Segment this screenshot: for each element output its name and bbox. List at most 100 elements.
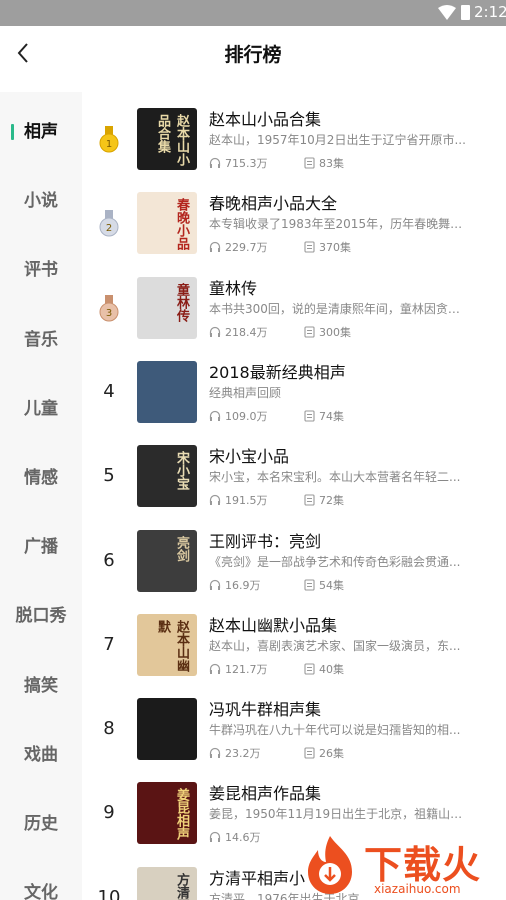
sidebar-item-8[interactable]: 搞笑 [0,666,82,706]
ranking-row[interactable]: 3 童林传 童林传 本书共300回，说的是清康熙年间，童林因贪恋... 218.4万 30… [82,276,506,355]
ranking-row[interactable]: 7 赵本山幽默 赵本山幽默小品集 赵本山，喜剧表演艺术家、国家一级演员，东... 121… [82,613,506,692]
headphones-icon [209,663,221,674]
headphones-icon [209,832,221,843]
sidebar-item-5[interactable]: 情感 [0,458,82,498]
rank-number: 4 [103,380,115,402]
sidebar-item-10[interactable]: 历史 [0,804,82,844]
status-time: 2:12 [474,3,506,21]
album-description: 宋小宝，本名宋宝利。本山大本营著名年轻二... [209,470,461,485]
cover-title: 赵本山小品合集 [155,114,189,166]
ranking-row[interactable]: 8 冯巩牛群相声集 牛群冯巩在八九十年代可以说是妇孺皆知的相... 23.2万 26集 [82,698,506,776]
sidebar-item-4[interactable]: 儿童 [0,389,82,429]
album-description: 经典相声回顾 [209,385,282,400]
album-description: 《亮剑》是一部战争艺术和传奇色彩融会贯通... [209,554,461,569]
medal-bronze-icon: 3 [99,294,119,322]
episodes-icon [304,326,315,338]
cover-title: 春晚小品 [174,198,189,251]
album-title: 冯巩牛群相声集 [209,700,322,720]
watermark-brand: 下载火 [364,843,482,887]
episodes-icon [304,241,315,253]
episode-count-value: 54集 [319,578,344,592]
header: 排行榜 [0,26,506,80]
album-title: 赵本山幽默小品集 [209,615,338,635]
album-description: 本书共300回，说的是清康熙年间，童林因贪恋... [209,301,471,316]
play-count: 191.5万 [209,492,268,508]
episode-count: 74集 [304,408,344,424]
headphones-icon [209,326,221,337]
status-bar: 2:12 [0,0,506,26]
cover-title: 童林传 [174,282,189,322]
play-count-value: 23.2万 [225,747,261,761]
rank-number: 9 [103,802,115,824]
sidebar-item-0[interactable]: 相声 [0,112,82,152]
album-cover [137,698,197,761]
svg-text:3: 3 [106,308,112,319]
ranking-row[interactable]: 2 春晚小品 春晚相声小品大全本专辑收录了1983年至2015年，历年春晚舞台...… [82,192,506,270]
episode-count-value: 72集 [319,494,344,508]
medal-silver-icon: 2 [99,210,119,237]
headphones-icon [209,157,221,168]
episode-count-value: 40集 [319,662,344,676]
album-title: 春晚相声小品大全 [209,194,338,214]
sidebar-item-6[interactable]: 广播 [0,527,82,567]
ranking-row[interactable]: 4 2018最新经典相声经典相声回顾 109.0万 74集 [82,360,506,439]
sidebar-item-label: 脱口秀 [15,606,67,627]
episodes-icon [304,747,315,759]
play-count: 715.3万 [209,155,268,171]
episode-count-value: 83集 [319,157,344,170]
sidebar-item-1[interactable]: 小说 [0,181,82,221]
watermark-url: xiazaihuo.com [374,882,461,896]
episode-count: 72集 [304,492,344,508]
album-description: 赵本山，1957年10月2日出生于辽宁省开原市... [209,133,466,147]
rank-number: 5 [103,465,115,487]
play-count-value: 14.6万 [225,831,261,845]
album-title: 赵本山小品合集 [209,110,322,129]
sidebar-item-label: 情感 [24,468,58,488]
sidebar-item-9[interactable]: 戏曲 [0,735,82,775]
sidebar-item-3[interactable]: 音乐 [0,320,82,360]
album-cover [137,360,197,423]
play-count-value: 191.5万 [225,494,268,508]
episode-count: 40集 [304,661,344,677]
ranking-row[interactable]: 6 亮剑 王刚评书：亮剑 《亮剑》是一部战争艺术和传奇色彩融会贯通... 16.9万 54… [82,529,506,608]
rank-number: 10 [97,886,121,900]
album-description: 赵本山，喜剧表演艺术家、国家一级演员，东... [209,638,461,653]
album-cover: 姜昆相声 [137,782,197,845]
ranking-row[interactable]: 1 赵本山小品合集 赵本山小品合集 赵本山，1957年10月2日出生于辽宁省开原市..… [82,108,506,186]
episode-count: 54集 [304,577,344,593]
sidebar-item-2[interactable]: 评书 [0,250,82,290]
watermark: 下载火 xiazaihuo.com [298,830,506,900]
svg-text:2: 2 [106,223,112,234]
play-count-value: 218.4万 [225,325,268,339]
album-title: 王刚评书：亮剑 [209,531,322,551]
cover-title: 方清平 [174,872,189,900]
episode-count: 26集 [304,745,344,761]
cover-title: 亮剑 [174,535,189,562]
album-description: 牛群冯巩在八九十年代可以说是妇孺皆知的相... [209,723,461,738]
play-count-value: 109.0万 [225,409,268,423]
album-title: 2018最新经典相声 [209,362,346,382]
album-cover: 赵本山小品合集 [137,108,197,170]
category-sidebar: 相声小说评书音乐儿童情感广播脱口秀搞笑戏曲历史文化 [0,92,82,900]
sidebar-item-7[interactable]: 脱口秀 [0,596,82,636]
flame-logo-icon [308,836,352,894]
episodes-icon [304,410,315,422]
sidebar-item-label: 评书 [24,260,58,281]
episodes-icon [304,157,315,169]
sidebar-item-label: 相声 [24,122,58,142]
play-count-value: 715.3万 [225,157,268,170]
medal-gold-icon: 1 [99,126,119,153]
album-description: 本专辑收录了1983年至2015年，历年春晚舞台... [209,217,471,232]
headphones-icon [209,748,221,759]
album-title: 方清平相声小 [209,868,306,888]
album-title: 宋小宝小品 [209,447,290,467]
sidebar-item-11[interactable]: 文化 [0,873,82,900]
ranking-row[interactable]: 5 宋小宝 宋小宝小品 宋小宝，本名宋宝利。本山大本营著名年轻二... 191.5万 72… [82,445,506,523]
play-count-value: 229.7万 [225,241,268,255]
rank-number: 6 [103,549,115,571]
page-title: 排行榜 [224,44,282,66]
headphones-icon [209,242,221,253]
episodes-icon [304,663,315,675]
album-cover: 方清平 [137,866,197,900]
play-count: 109.0万 [209,408,268,424]
